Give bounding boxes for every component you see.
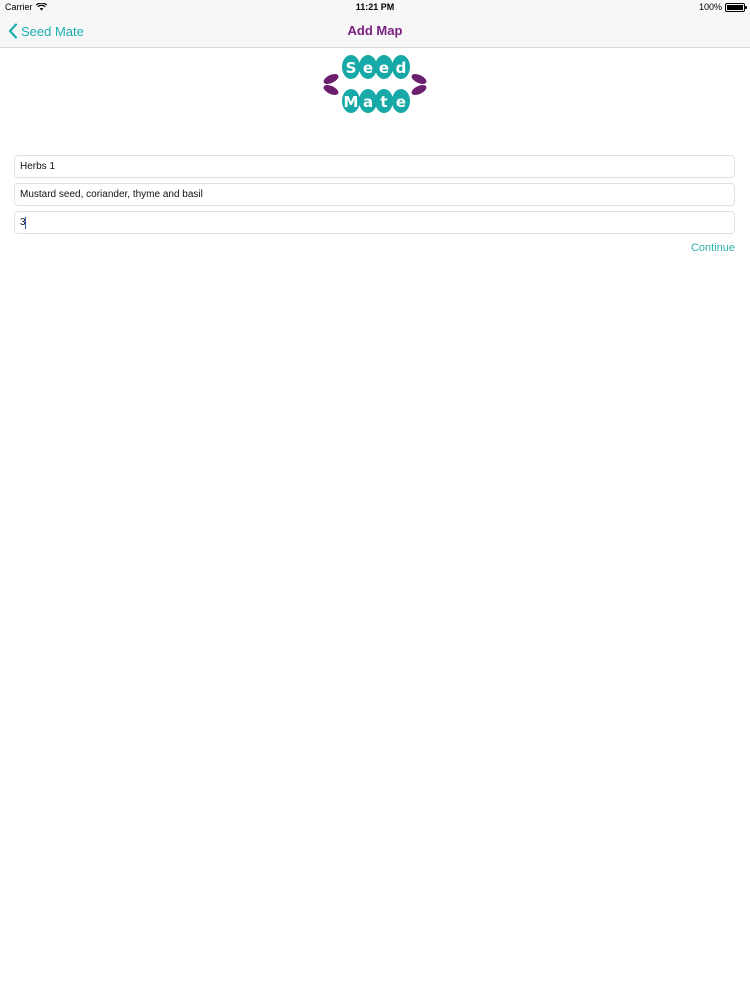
map-name-input[interactable] [20, 156, 734, 177]
map-description-input[interactable] [20, 184, 734, 205]
map-count-input[interactable] [20, 212, 734, 233]
page-title: Add Map [347, 23, 403, 38]
map-description-field[interactable] [14, 183, 735, 206]
logo-letter: e [379, 59, 389, 77]
logo-letter: e [363, 59, 373, 77]
battery-indicator: 100% [698, 0, 747, 14]
seed-mate-logo: S e e d M a t e [323, 55, 427, 113]
battery-icon [725, 2, 747, 12]
logo-letter: t [380, 93, 387, 111]
text-cursor [25, 217, 26, 229]
logo-letter: M [344, 93, 359, 111]
logo-letter: d [396, 59, 407, 77]
logo-letter: e [396, 93, 406, 111]
navigation-bar: Seed Mate Add Map [0, 14, 750, 48]
battery-percent: 100% [698, 2, 722, 12]
continue-button[interactable]: Continue [691, 242, 735, 254]
leaf-icon-right [411, 74, 427, 95]
leaf-icon-left [323, 74, 339, 95]
logo-letter: S [346, 59, 357, 77]
status-time: 11:21 PM [355, 2, 395, 12]
map-count-field[interactable] [14, 211, 735, 234]
map-name-field[interactable] [14, 155, 735, 178]
logo-letter: a [363, 93, 373, 111]
status-bar: Carrier 11:21 PM 100% [0, 0, 750, 14]
